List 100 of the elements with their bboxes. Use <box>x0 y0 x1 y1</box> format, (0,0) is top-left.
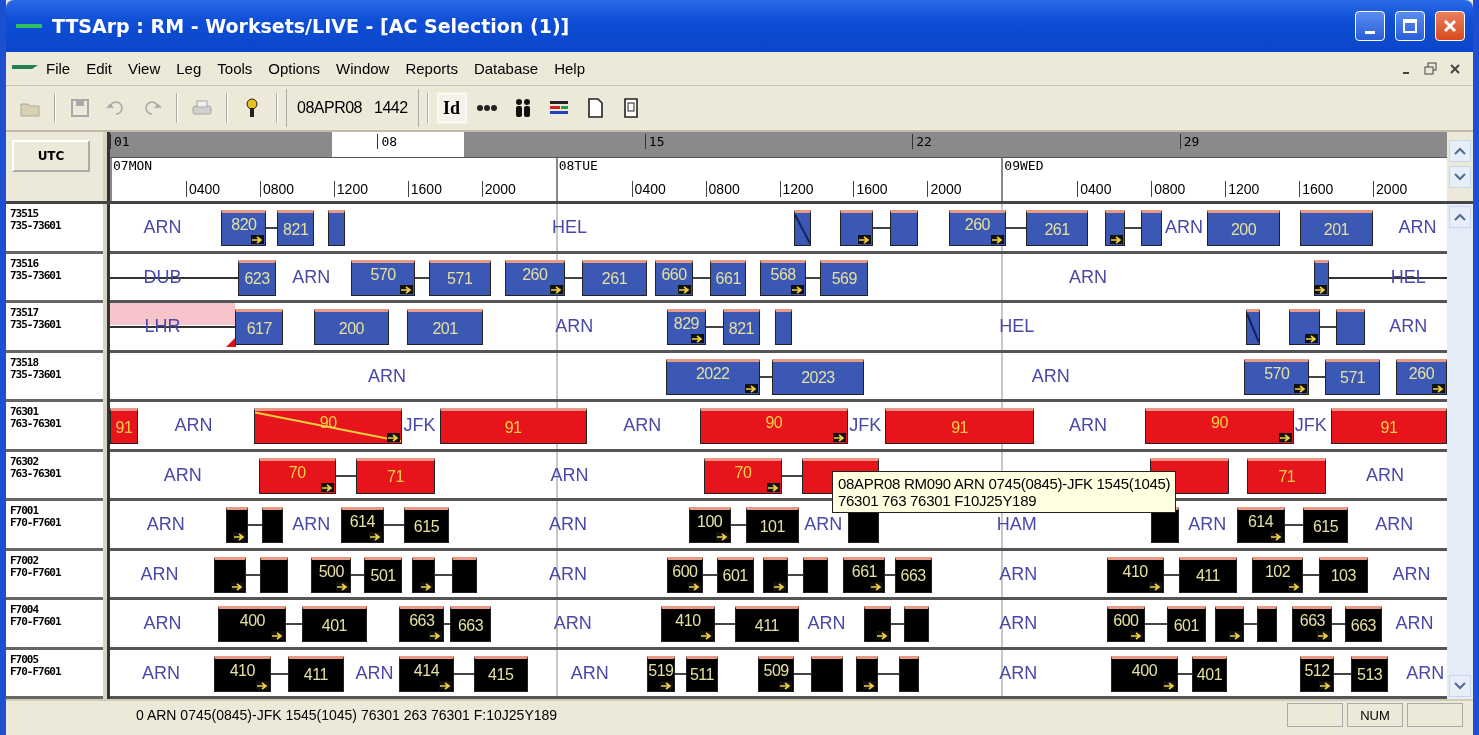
station-code: ARN <box>999 613 1038 634</box>
aircraft-code: F7001 <box>10 505 40 517</box>
week-label: 15 <box>644 134 665 149</box>
flight-number: 411 <box>303 666 328 683</box>
hour-label: 2000 <box>481 181 556 197</box>
station-code: ARN <box>549 514 588 535</box>
flight-number: 260 <box>964 216 990 233</box>
station-code: ARN <box>1389 316 1428 337</box>
aircraft-code: 76302 <box>10 455 40 468</box>
week-label: 29 <box>1179 134 1200 149</box>
aircraft-range: 763-76301 <box>10 418 62 430</box>
flight-number: 663 <box>457 616 484 634</box>
flight-number: 614 <box>1247 513 1274 530</box>
hour-label: 0800 <box>1151 181 1226 197</box>
flight-number: 411 <box>1195 567 1220 584</box>
station-code: ARN <box>1188 514 1227 535</box>
station-code: ARN <box>292 514 331 535</box>
aircraft-range: 735-73601 <box>10 269 62 282</box>
hour-label: 1600 <box>407 181 482 197</box>
week-label: 08 <box>377 134 398 149</box>
hour-label: 0400 <box>631 181 706 197</box>
station-code: ARN <box>555 316 594 337</box>
date-text: 08APR08 <box>297 99 362 117</box>
station-code: ARN <box>1398 217 1437 238</box>
flight-number: 201 <box>432 319 458 337</box>
status-panel: NUM <box>1347 703 1403 727</box>
station-code: ARN <box>570 662 609 684</box>
aircraft-code: F7005 <box>10 653 40 666</box>
aircraft-code: 73517 <box>10 307 40 319</box>
station-code: ARN <box>1164 217 1203 238</box>
hour-label: 1200 <box>1225 181 1300 197</box>
flight-number: 568 <box>770 265 796 283</box>
week-label: 01 <box>110 134 130 149</box>
flight-number: 617 <box>246 319 272 337</box>
station-code: ARN <box>143 613 182 634</box>
flight-number: 261 <box>1044 220 1070 238</box>
flight-number: 614 <box>349 513 375 530</box>
aircraft-code: 73515 <box>10 208 40 220</box>
station-code: ARN <box>550 464 589 486</box>
station-code: ARN <box>553 613 592 634</box>
aircraft-range: F70-F7601 <box>10 665 62 678</box>
aircraft-range: 763-76301 <box>10 467 62 480</box>
flight-number: 70 <box>734 463 752 481</box>
hour-label: 1200 <box>333 181 408 197</box>
flight-number: 571 <box>1340 369 1366 386</box>
station-code: ARN <box>549 563 588 585</box>
station-code: ARN <box>368 365 406 387</box>
flight-number: 2022 <box>695 364 730 382</box>
hour-label: 1200 <box>779 181 854 197</box>
flight-number: 90 <box>765 414 783 431</box>
flight-number: 512 <box>1304 661 1330 679</box>
hour-label: 2000 <box>927 181 1002 197</box>
day-label: 08TUE <box>558 158 598 173</box>
tooltip-line: 76301 763 76301 F10J25Y189 <box>838 492 1038 509</box>
flight-number: 571 <box>447 270 473 287</box>
station-code: ARN <box>1069 266 1107 288</box>
station-code: ARN <box>1392 563 1431 585</box>
station-code: ARN <box>174 415 213 436</box>
tooltip-line: 08APR08 RM090 ARN 0745(0845)-JFK 1545(1045) <box>838 475 1171 492</box>
station-code: ARN <box>140 563 179 585</box>
flight-number: 663 <box>1350 616 1376 634</box>
flight-number: 401 <box>1196 666 1223 683</box>
week-label: 22 <box>912 134 932 149</box>
window-title: TTSArp : RM - Worksets/LIVE - [AC Selection (1)] <box>52 15 571 37</box>
station-code: JFK <box>849 415 882 436</box>
flight-number: 501 <box>370 567 396 584</box>
hour-label: 0800 <box>705 181 780 197</box>
flight-number: 661 <box>851 562 877 580</box>
flight-number: 615 <box>1312 517 1339 535</box>
flight-number: 500 <box>318 562 344 580</box>
station-code: ARN <box>292 266 331 288</box>
flight-number: 400 <box>1131 661 1158 679</box>
flight-number: 663 <box>900 567 926 584</box>
station-code: ARN <box>1375 514 1414 535</box>
flight-number: 410 <box>229 661 255 679</box>
flight-number: 513 <box>1357 666 1383 683</box>
day-label: 07MON <box>113 158 153 173</box>
aircraft-code: F7004 <box>10 604 40 616</box>
flight-number: 200 <box>1230 220 1257 238</box>
flight-number: 410 <box>675 612 701 629</box>
flight-number: 100 <box>697 513 723 530</box>
flight-number: 601 <box>1173 616 1199 634</box>
station-code: ARN <box>804 514 843 535</box>
flight-number: 400 <box>239 612 265 629</box>
flight-number: 660 <box>661 265 687 283</box>
flight-number: 821 <box>283 220 309 238</box>
aircraft-code: 73518 <box>10 356 40 369</box>
hour-label: 0400 <box>185 181 260 197</box>
flight-number: 570 <box>1264 364 1290 382</box>
flight-number: 91 <box>1380 418 1398 436</box>
flight-number: 821 <box>728 319 754 337</box>
aircraft-range: F70-F7601 <box>10 517 62 529</box>
station-code: ARN <box>1069 415 1107 436</box>
station-code: HEL <box>552 217 588 238</box>
flight-number: 90 <box>1211 414 1228 431</box>
flight-number: 623 <box>244 270 270 287</box>
flight-number: 615 <box>413 517 440 535</box>
station-code: ARN <box>999 563 1038 585</box>
station-code: JFK <box>1294 415 1327 436</box>
flight-number: 103 <box>1330 567 1356 584</box>
